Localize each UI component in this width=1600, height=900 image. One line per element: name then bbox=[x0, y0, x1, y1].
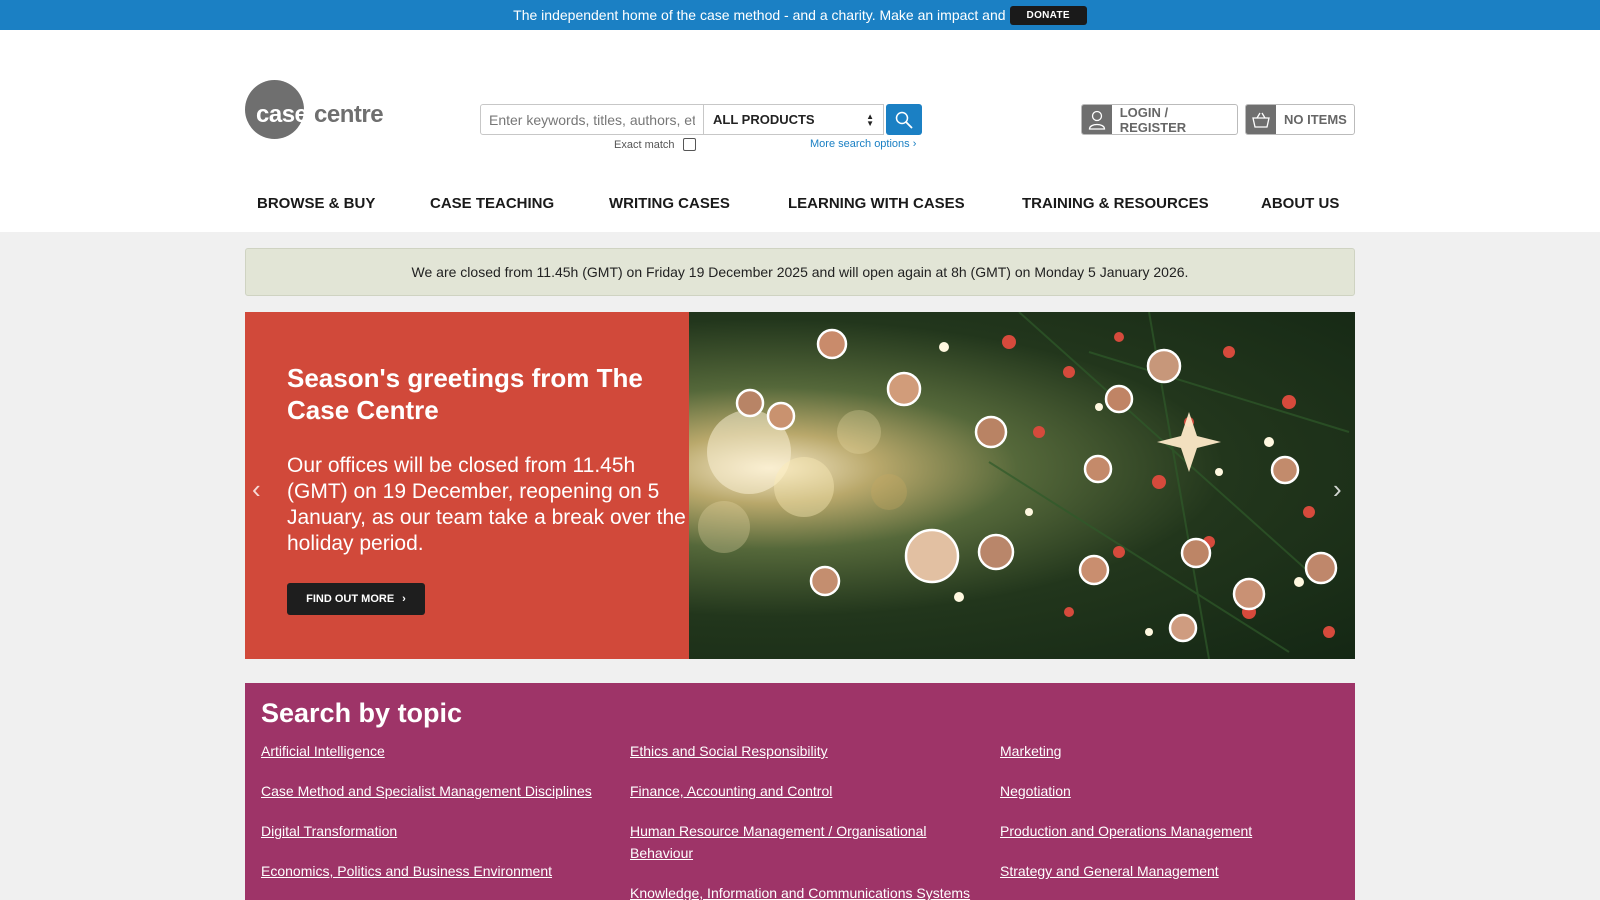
topics-heading: Search by topic bbox=[261, 698, 463, 728]
basket-label: NO ITEMS bbox=[1284, 112, 1347, 127]
nav-about-us[interactable]: ABOUT US bbox=[1261, 195, 1339, 212]
closure-notice: We are closed from 11.45h (GMT) on Frida… bbox=[245, 248, 1355, 296]
select-arrows-icon: ▲ ▼ bbox=[866, 111, 874, 128]
nav-browse-buy[interactable]: BROWSE & BUY bbox=[257, 195, 375, 212]
exact-match-checkbox[interactable] bbox=[682, 138, 696, 151]
topic-column-3: Marketing Negotiation Production and Ope… bbox=[1000, 740, 1355, 900]
hero-carousel: Season's greetings from The Case Centre … bbox=[245, 312, 1355, 659]
donate-button[interactable]: DONATE bbox=[1009, 5, 1087, 25]
topic-link[interactable]: Marketing bbox=[1000, 740, 1355, 762]
user-icon bbox=[1082, 105, 1112, 134]
find-out-more-label: FIND OUT MORE bbox=[306, 593, 395, 605]
topic-link[interactable]: Strategy and General Management bbox=[1000, 860, 1355, 882]
topic-link[interactable]: Case Method and Specialist Management Di… bbox=[261, 780, 616, 802]
more-search-options-label: More search options bbox=[810, 138, 910, 150]
topic-link[interactable]: Human Resource Management / Organisation… bbox=[630, 820, 975, 864]
basket-button[interactable]: NO ITEMS bbox=[1245, 104, 1355, 135]
nav-writing-cases[interactable]: WRITING CASES bbox=[609, 195, 730, 212]
nav-case-teaching[interactable]: CASE TEACHING bbox=[430, 195, 554, 212]
closure-notice-text: We are closed from 11.45h (GMT) on Frida… bbox=[411, 264, 1189, 280]
chevron-right-icon: › bbox=[912, 138, 917, 150]
exact-match-option: Exact match bbox=[614, 138, 696, 151]
hero-title: Season's greetings from The Case Centre bbox=[287, 363, 643, 425]
logo-word-case: case bbox=[256, 101, 308, 128]
topic-link[interactable]: Knowledge, Information and Communication… bbox=[630, 882, 975, 900]
case-centre-logo[interactable]: case centre bbox=[245, 80, 385, 140]
topic-column-1: Artificial Intelligence Case Method and … bbox=[261, 740, 616, 900]
carousel-prev-arrow[interactable]: ‹ bbox=[252, 474, 261, 505]
hero-body: Our offices will be closed from 11.45h (… bbox=[287, 454, 686, 555]
basket-icon bbox=[1246, 105, 1276, 134]
search-bar: ALL PRODUCTS ▲▼ bbox=[480, 104, 922, 135]
search-button[interactable] bbox=[886, 104, 922, 135]
login-register-button[interactable]: LOGIN / REGISTER bbox=[1081, 104, 1238, 135]
chevron-right-icon: › bbox=[402, 593, 406, 605]
topic-link[interactable]: Ethics and Social Responsibility bbox=[630, 740, 975, 762]
nav-learning-with-cases[interactable]: LEARNING WITH CASES bbox=[788, 195, 965, 212]
more-search-options-link[interactable]: More search options › bbox=[810, 138, 916, 150]
topic-column-2: Ethics and Social Responsibility Finance… bbox=[630, 740, 975, 900]
carousel-next-arrow[interactable]: › bbox=[1333, 474, 1342, 505]
hero-text-panel: Season's greetings from The Case Centre … bbox=[245, 312, 689, 659]
find-out-more-button[interactable]: FIND OUT MORE › bbox=[287, 583, 425, 615]
logo-word-centre: centre bbox=[314, 101, 384, 128]
product-type-value: ALL PRODUCTS bbox=[713, 112, 815, 127]
announcement-text: The independent home of the case method … bbox=[513, 7, 1006, 23]
topic-link[interactable]: Finance, Accounting and Control bbox=[630, 780, 975, 802]
site-header: case centre ALL PRODUCTS ▲▼ Exact match … bbox=[0, 30, 1600, 232]
product-type-select[interactable]: ALL PRODUCTS ▲ ▼ bbox=[704, 104, 884, 135]
topic-link[interactable]: Artificial Intelligence bbox=[261, 740, 616, 762]
login-register-label: LOGIN / REGISTER bbox=[1119, 104, 1187, 135]
announcement-bar: The independent home of the case method … bbox=[0, 0, 1600, 30]
topic-link[interactable]: Production and Operations Management bbox=[1000, 820, 1355, 842]
search-icon bbox=[895, 111, 913, 128]
search-input[interactable] bbox=[480, 104, 704, 135]
topic-link[interactable]: Digital Transformation bbox=[261, 820, 616, 842]
topic-link[interactable]: Negotiation bbox=[1000, 780, 1355, 802]
topic-link[interactable]: Economics, Politics and Business Environ… bbox=[261, 860, 616, 882]
christmas-tree-staff-photo bbox=[698, 312, 1350, 659]
nav-training-resources[interactable]: TRAINING & RESOURCES bbox=[1022, 195, 1209, 212]
hero-festive-image bbox=[689, 312, 1355, 659]
main-navigation: BROWSE & BUY CASE TEACHING WRITING CASES… bbox=[0, 195, 1600, 225]
search-by-topic-panel: Search by topic Artificial Intelligence … bbox=[245, 683, 1355, 900]
exact-match-label: Exact match bbox=[614, 138, 675, 151]
